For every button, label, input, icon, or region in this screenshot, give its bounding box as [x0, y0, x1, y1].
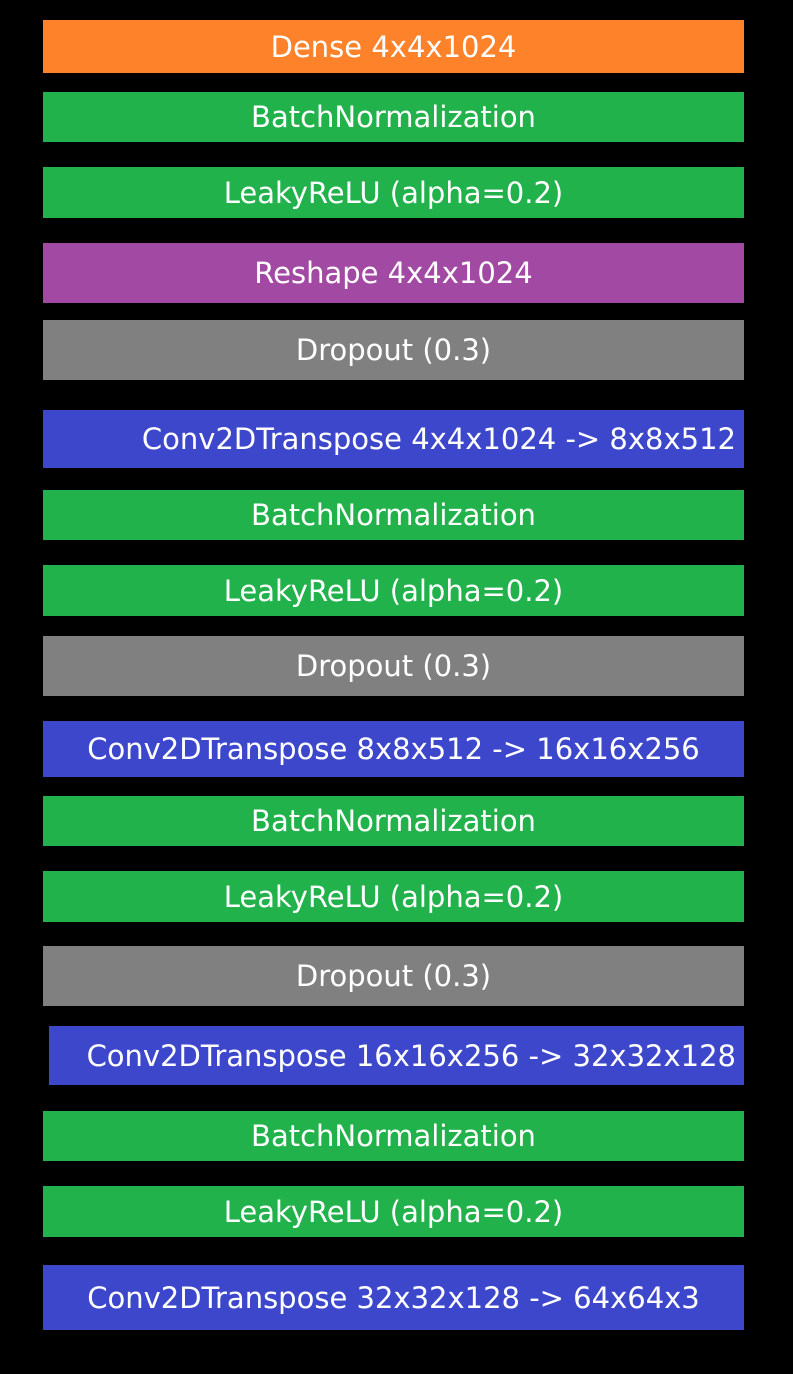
layer-label: LeakyReLU (alpha=0.2): [223, 879, 564, 914]
layer-label: Dropout (0.3): [295, 649, 492, 683]
layer-label: LeakyReLU (alpha=0.2): [223, 1194, 564, 1229]
layer-label: LeakyReLU (alpha=0.2): [223, 175, 564, 210]
layer-label: Dropout (0.3): [295, 333, 492, 367]
layer-leakyrelu: LeakyReLU (alpha=0.2): [43, 871, 744, 922]
layer-label: BatchNormalization: [251, 498, 536, 532]
layer-label: BatchNormalization: [251, 100, 536, 134]
layer-batchnorm: BatchNormalization: [43, 796, 744, 846]
layer-conv2dtranspose: Conv2DTranspose 32x32x128 -> 64x64x3: [43, 1265, 744, 1330]
layer-label: BatchNormalization: [251, 804, 536, 838]
layer-leakyrelu: LeakyReLU (alpha=0.2): [43, 565, 744, 616]
layer-batchnorm: BatchNormalization: [43, 1111, 744, 1161]
layer-leakyrelu: LeakyReLU (alpha=0.2): [43, 167, 744, 218]
layer-dense: Dense 4x4x1024: [43, 20, 744, 73]
layer-leakyrelu: LeakyReLU (alpha=0.2): [43, 1186, 744, 1237]
layer-label: LeakyReLU (alpha=0.2): [223, 573, 564, 608]
layer-dropout: Dropout (0.3): [43, 320, 744, 380]
layer-label: BatchNormalization: [251, 1119, 536, 1153]
layer-label: Reshape 4x4x1024: [254, 256, 533, 290]
layer-batchnorm: BatchNormalization: [43, 92, 744, 142]
layer-label: Dense 4x4x1024: [270, 29, 517, 64]
layer-batchnorm: BatchNormalization: [43, 490, 744, 540]
layer-label: Conv2DTranspose 32x32x128 -> 64x64x3: [87, 1280, 700, 1315]
layer-label: Conv2DTranspose 16x16x256 -> 32x32x128: [86, 1038, 736, 1073]
layer-label: Dropout (0.3): [295, 959, 492, 993]
layer-label: Conv2DTranspose 8x8x512 -> 16x16x256: [87, 732, 700, 766]
layer-label: Conv2DTranspose 4x4x1024 -> 8x8x512: [141, 422, 736, 456]
layer-reshape: Reshape 4x4x1024: [43, 243, 744, 303]
layer-conv2dtranspose: Conv2DTranspose 8x8x512 -> 16x16x256: [43, 721, 744, 777]
layer-conv2dtranspose: Conv2DTranspose 4x4x1024 -> 8x8x512: [43, 410, 744, 468]
layer-conv2dtranspose: Conv2DTranspose 16x16x256 -> 32x32x128: [49, 1026, 744, 1085]
layer-dropout: Dropout (0.3): [43, 946, 744, 1006]
layer-dropout: Dropout (0.3): [43, 636, 744, 696]
